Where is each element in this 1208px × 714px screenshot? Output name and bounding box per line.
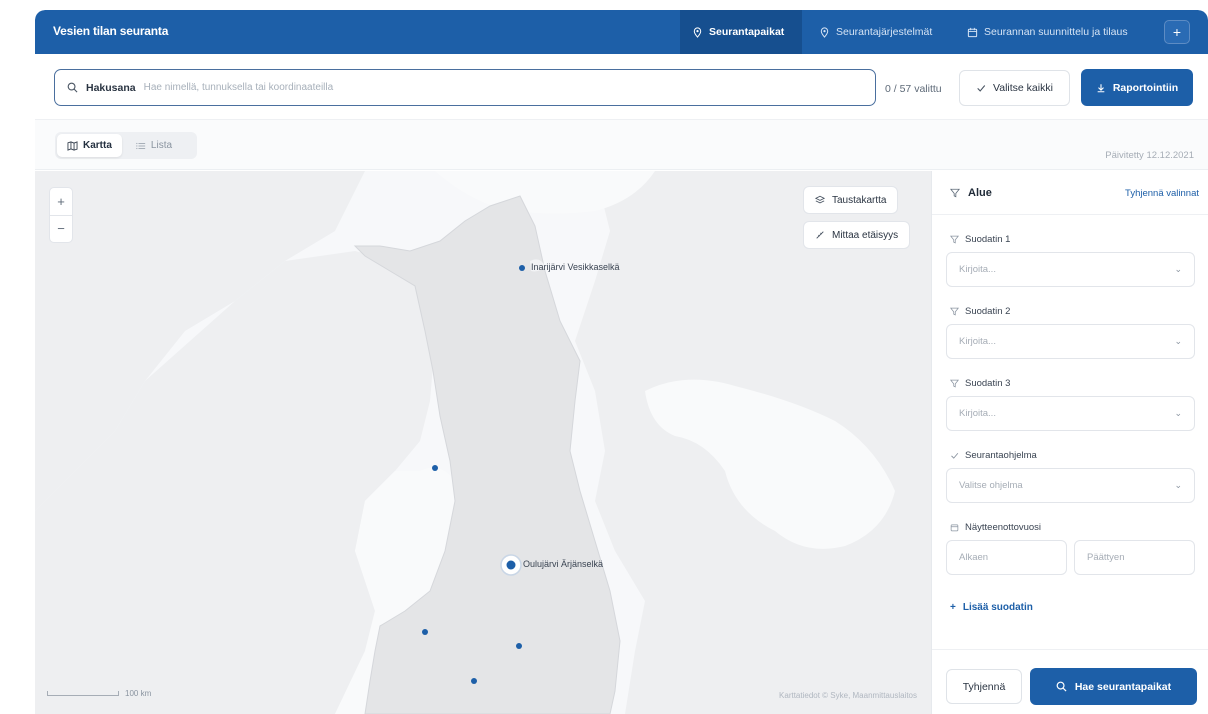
map-canvas[interactable]: + − Taustakartta Mittaa etäisyys Inarijä… [35, 171, 931, 714]
program-placeholder: Valitse ohjelma [959, 480, 1023, 491]
search-toolbar: Hakusana 0 / 57 valittu Valitse kaikki R… [35, 54, 1208, 120]
report-button[interactable]: Raportointiin [1081, 69, 1193, 106]
filter2-label-text: Suodatin 2 [965, 306, 1011, 317]
search-icon [1056, 681, 1067, 692]
view-toggle: Kartta Lista [55, 132, 197, 159]
list-icon [136, 142, 146, 149]
select-all-button[interactable]: Valitse kaikki [959, 70, 1070, 106]
app-title: Vesien tilan seuranta [53, 24, 169, 38]
filter1-label-text: Suodatin 1 [965, 234, 1011, 245]
map-pin-icon [820, 26, 829, 38]
site-markers [422, 265, 525, 684]
reset-button[interactable]: Tyhjennä [946, 669, 1022, 704]
year-label: Näytteenottovuosi [950, 522, 1041, 533]
year-label-text: Näytteenottovuosi [965, 522, 1042, 533]
add-filter-label: Lisää suodatin [962, 602, 1033, 613]
site-marker[interactable] [422, 629, 428, 635]
filter2-select[interactable]: Kirjoita... ⌄ [946, 324, 1195, 359]
site-marker[interactable] [516, 643, 522, 649]
filter2-label: Suodatin 2 [950, 306, 1010, 317]
filter-icon [950, 235, 959, 244]
calendar-icon [950, 524, 959, 532]
calendar-icon [967, 27, 978, 37]
find-sites-button[interactable]: Hae seurantapaikat [1030, 668, 1197, 705]
program-label-text: Seurantaohjelma [965, 450, 1037, 461]
program-label: Seurantaohjelma [950, 450, 1037, 461]
add-filter-button[interactable]: + Lisää suodatin [950, 602, 1033, 613]
search-input[interactable] [143, 82, 744, 93]
scale-bar [47, 691, 119, 696]
check-icon [951, 452, 959, 459]
top-bar: Vesien tilan seuranta Seurantapaikat Seu… [35, 10, 1208, 54]
site-label-inarijarvi: Inarijärvi Vesikkaselkä [531, 262, 620, 272]
tab-suunnittelu-tilaus[interactable]: Seurannan suunnittelu ja tilaus [955, 10, 1140, 54]
year-start-placeholder: Alkaen [959, 552, 989, 563]
filter3-placeholder: Kirjoita... [959, 408, 996, 419]
chevron-down-icon: ⌄ [1174, 264, 1182, 274]
chevron-down-icon: ⌄ [1174, 408, 1182, 418]
filter3-label-text: Suodatin 3 [965, 378, 1011, 389]
site-label-oulujarvi: Oulujärvi Ärjänselkä [523, 559, 604, 569]
map-icon [67, 140, 78, 151]
filter-panel-footer: Tyhjennä Hae seurantapaikat [932, 649, 1208, 714]
year-end-input[interactable]: Päättyen [1074, 540, 1195, 575]
tab-label: Seurantajärjestelmät [836, 26, 933, 38]
map-attribution: Karttatiedot © Syke, Maanmittauslaitos [779, 691, 917, 700]
download-icon [1097, 83, 1105, 92]
list-view-toggle[interactable]: Lista [126, 134, 182, 157]
filter-icon [950, 307, 959, 316]
filter3-label: Suodatin 3 [950, 378, 1010, 389]
view-toolbar: Kartta Lista Päivitetty 12.12.2021 [35, 120, 1208, 170]
plus-icon: + [950, 602, 956, 613]
check-icon [977, 85, 986, 92]
year-end-placeholder: Päättyen [1087, 552, 1125, 563]
search-label: Hakusana [86, 81, 136, 94]
filter-icon [950, 379, 959, 388]
plus-icon: + [1172, 24, 1182, 40]
reset-label: Tyhjennä [962, 680, 1006, 693]
app-window: Vesien tilan seuranta Seurantapaikat Seu… [35, 10, 1208, 714]
map-view-toggle[interactable]: Kartta [57, 134, 122, 157]
map-view-label: Kartta [83, 140, 112, 151]
search-field[interactable]: Hakusana [54, 69, 876, 106]
filter-panel: Alue Tyhjennä valinnat Suodatin 1 Kirjoi… [931, 171, 1208, 714]
scale-label: 100 km [125, 689, 152, 698]
tab-label: Seurantapaikat [709, 26, 785, 38]
program-select[interactable]: Valitse ohjelma ⌄ [946, 468, 1195, 503]
tab-seurantajarjestelmat[interactable]: Seurantajärjestelmät [807, 10, 944, 54]
filter1-label: Suodatin 1 [950, 234, 1010, 245]
year-start-input[interactable]: Alkaen [946, 540, 1067, 575]
site-marker[interactable] [471, 678, 477, 684]
tab-seurantapaikat[interactable]: Seurantapaikat [680, 10, 802, 54]
filter2-placeholder: Kirjoita... [959, 336, 996, 347]
tab-label: Seurannan suunnittelu ja tilaus [984, 26, 1128, 38]
filter3-select[interactable]: Kirjoita... ⌄ [946, 396, 1195, 431]
site-marker[interactable] [432, 465, 438, 471]
list-view-label: Lista [150, 140, 173, 151]
filter-panel-header: Alue Tyhjennä valinnat [932, 171, 1208, 215]
chevron-down-icon: ⌄ [1174, 480, 1182, 490]
filter1-placeholder: Kirjoita... [959, 264, 996, 275]
map-pin-icon [693, 26, 702, 38]
site-marker-oulujarvi[interactable] [506, 560, 516, 570]
report-label: Raportointiin [1112, 81, 1179, 94]
filter-title-label: Alue [968, 187, 992, 199]
chevron-down-icon: ⌄ [1174, 336, 1182, 346]
filter1-select[interactable]: Kirjoita... ⌄ [946, 252, 1195, 287]
clear-selections-link[interactable]: Tyhjennä valinnat [1125, 188, 1199, 199]
select-all-label: Valitse kaikki [993, 82, 1053, 94]
site-marker-inarijarvi[interactable] [519, 265, 525, 271]
find-sites-label: Hae seurantapaikat [1074, 680, 1172, 693]
updated-timestamp: Päivitetty 12.12.2021 [1105, 150, 1194, 161]
search-icon [67, 82, 78, 93]
add-button[interactable]: + [1164, 20, 1190, 44]
selected-count: 0 / 57 valittu [885, 83, 942, 95]
filter-icon [950, 188, 960, 198]
filter-panel-title: Alue [950, 187, 992, 199]
map-scale: 100 km [47, 689, 151, 698]
